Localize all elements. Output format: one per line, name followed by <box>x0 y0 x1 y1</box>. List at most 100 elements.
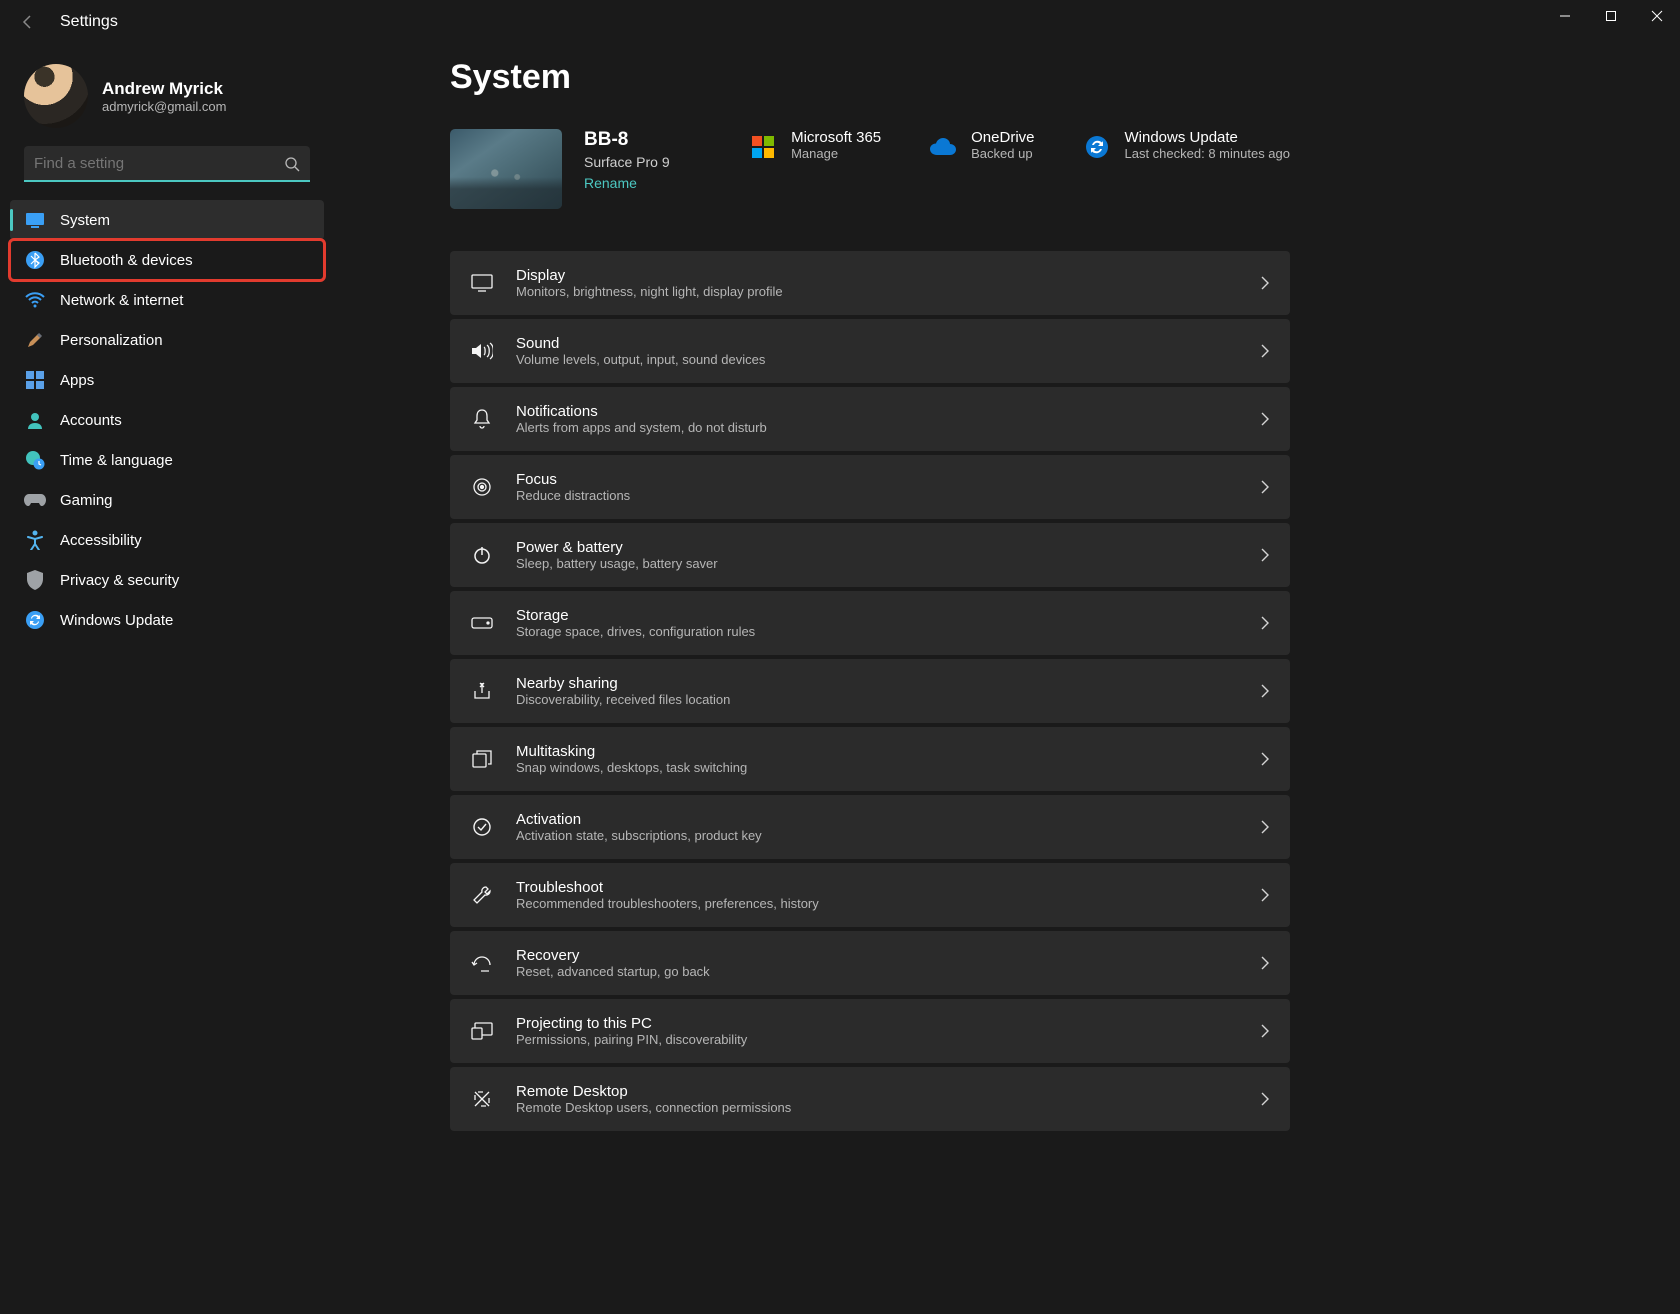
card-title: Power & battery <box>516 539 1238 556</box>
minimize-button[interactable] <box>1542 0 1588 32</box>
status-title: Microsoft 365 <box>791 129 881 146</box>
card-focus[interactable]: FocusReduce distractions <box>450 455 1290 519</box>
nav-item-windows-update[interactable]: Windows Update <box>10 600 324 640</box>
card-remote-desktop[interactable]: Remote DesktopRemote Desktop users, conn… <box>450 1067 1290 1131</box>
card-troubleshoot[interactable]: TroubleshootRecommended troubleshooters,… <box>450 863 1290 927</box>
apps-icon <box>24 369 46 391</box>
nav-item-gaming[interactable]: Gaming <box>10 480 324 520</box>
card-projecting[interactable]: Projecting to this PCPermissions, pairin… <box>450 999 1290 1063</box>
globe-clock-icon <box>24 449 46 471</box>
card-sub: Snap windows, desktops, task switching <box>516 760 1238 775</box>
card-recovery[interactable]: RecoveryReset, advanced startup, go back <box>450 931 1290 995</box>
chevron-right-icon <box>1260 956 1270 970</box>
card-title: Notifications <box>516 403 1238 420</box>
nav-item-apps[interactable]: Apps <box>10 360 324 400</box>
wifi-icon <box>24 289 46 311</box>
person-icon <box>24 409 46 431</box>
card-power[interactable]: Power & batterySleep, battery usage, bat… <box>450 523 1290 587</box>
chevron-right-icon <box>1260 684 1270 698</box>
card-title: Storage <box>516 607 1238 624</box>
nav-item-bluetooth[interactable]: Bluetooth & devices <box>10 240 324 280</box>
card-nearby-sharing[interactable]: Nearby sharingDiscoverability, received … <box>450 659 1290 723</box>
card-title: Recovery <box>516 947 1238 964</box>
card-sub: Sleep, battery usage, battery saver <box>516 556 1238 571</box>
onedrive-icon <box>929 133 957 161</box>
rename-link[interactable]: Rename <box>584 175 670 191</box>
nav-item-personalization[interactable]: Personalization <box>10 320 324 360</box>
sound-icon <box>470 339 494 363</box>
card-activation[interactable]: ActivationActivation state, subscription… <box>450 795 1290 859</box>
nav-label: Network & internet <box>60 292 183 309</box>
nav-label: Accessibility <box>60 532 142 549</box>
chevron-right-icon <box>1260 412 1270 426</box>
multitask-icon <box>470 747 494 771</box>
search-input[interactable] <box>24 146 310 182</box>
gamepad-icon <box>24 489 46 511</box>
card-storage[interactable]: StorageStorage space, drives, configurat… <box>450 591 1290 655</box>
card-sub: Volume levels, output, input, sound devi… <box>516 352 1238 367</box>
status-onedrive[interactable]: OneDrive Backed up <box>929 129 1034 161</box>
maximize-button[interactable] <box>1588 0 1634 32</box>
share-icon <box>470 679 494 703</box>
status-title: Windows Update <box>1125 129 1291 146</box>
chevron-right-icon <box>1260 752 1270 766</box>
remote-icon <box>470 1087 494 1111</box>
close-button[interactable] <box>1634 0 1680 32</box>
main-content: System BB-8 Surface Pro 9 Rename Microso… <box>330 44 1680 1314</box>
bluetooth-icon <box>24 249 46 271</box>
recovery-icon <box>470 951 494 975</box>
check-circle-icon <box>470 815 494 839</box>
chevron-right-icon <box>1260 480 1270 494</box>
card-sub: Discoverability, received files location <box>516 692 1238 707</box>
sidebar: Andrew Myrick admyrick@gmail.com System … <box>0 44 330 1314</box>
device-row: BB-8 Surface Pro 9 Rename Microsoft 365 … <box>450 129 1290 209</box>
bell-icon <box>470 407 494 431</box>
system-icon <box>24 209 46 231</box>
nav-item-accessibility[interactable]: Accessibility <box>10 520 324 560</box>
shield-icon <box>24 569 46 591</box>
sync-icon <box>24 609 46 631</box>
card-sub: Reset, advanced startup, go back <box>516 964 1238 979</box>
card-multitasking[interactable]: MultitaskingSnap windows, desktops, task… <box>450 727 1290 791</box>
window-title: Settings <box>60 13 118 31</box>
nav-item-network[interactable]: Network & internet <box>10 280 324 320</box>
power-icon <box>470 543 494 567</box>
avatar <box>24 64 88 128</box>
focus-icon <box>470 475 494 499</box>
card-title: Troubleshoot <box>516 879 1238 896</box>
back-button[interactable] <box>18 12 38 32</box>
card-notifications[interactable]: NotificationsAlerts from apps and system… <box>450 387 1290 451</box>
m365-icon <box>749 133 777 161</box>
card-display[interactable]: DisplayMonitors, brightness, night light… <box>450 251 1290 315</box>
nav-item-accounts[interactable]: Accounts <box>10 400 324 440</box>
status-microsoft365[interactable]: Microsoft 365 Manage <box>749 129 881 161</box>
status-windows-update[interactable]: Windows Update Last checked: 8 minutes a… <box>1083 129 1291 161</box>
card-sound[interactable]: SoundVolume levels, output, input, sound… <box>450 319 1290 383</box>
titlebar: Settings <box>0 0 1680 44</box>
search-icon <box>284 156 300 172</box>
chevron-right-icon <box>1260 344 1270 358</box>
card-sub: Reduce distractions <box>516 488 1238 503</box>
storage-icon <box>470 611 494 635</box>
nav-label: System <box>60 212 110 229</box>
device-thumbnail[interactable] <box>450 129 562 209</box>
nav-label: Windows Update <box>60 612 173 629</box>
card-title: Multitasking <box>516 743 1238 760</box>
card-sub: Monitors, brightness, night light, displ… <box>516 284 1238 299</box>
card-sub: Recommended troubleshooters, preferences… <box>516 896 1238 911</box>
accessibility-icon <box>24 529 46 551</box>
status-sub: Last checked: 8 minutes ago <box>1125 146 1291 161</box>
card-sub: Alerts from apps and system, do not dist… <box>516 420 1238 435</box>
device-name: BB-8 <box>584 129 670 151</box>
user-block[interactable]: Andrew Myrick admyrick@gmail.com <box>10 56 324 146</box>
nav-item-system[interactable]: System <box>10 200 324 240</box>
chevron-right-icon <box>1260 548 1270 562</box>
nav-item-time-language[interactable]: Time & language <box>10 440 324 480</box>
nav-label: Bluetooth & devices <box>60 252 193 269</box>
nav-item-privacy[interactable]: Privacy & security <box>10 560 324 600</box>
chevron-right-icon <box>1260 820 1270 834</box>
chevron-right-icon <box>1260 1024 1270 1038</box>
card-title: Sound <box>516 335 1238 352</box>
device-model: Surface Pro 9 <box>584 154 670 170</box>
card-title: Activation <box>516 811 1238 828</box>
